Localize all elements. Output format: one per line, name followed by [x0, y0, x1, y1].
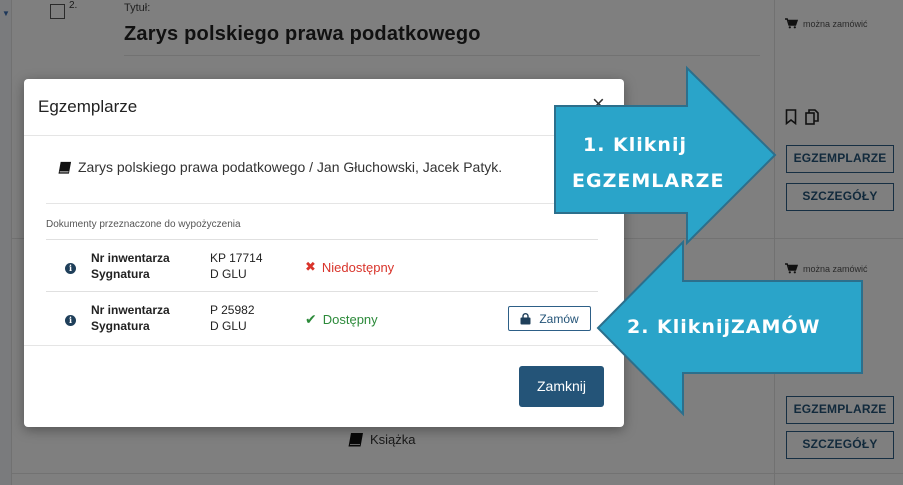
- divider: [46, 291, 598, 292]
- status-text: Niedostępny: [321, 259, 395, 275]
- signature-value: D GLU: [210, 319, 247, 333]
- status-badge: ✖ Niedostępny: [305, 259, 394, 275]
- document-text: Zarys polskiego prawa podatkowego / Jan …: [78, 159, 503, 175]
- inventory-value: P 25982: [210, 303, 255, 317]
- section-label: Dokumenty przeznaczone do wypożyczenia: [46, 219, 241, 230]
- info-icon[interactable]: i: [65, 263, 76, 274]
- table-row: i Nr inwentarza Sygnatura KP 17714 D GLU…: [46, 241, 598, 291]
- callout-step1-line2: EGZEMLARZE: [572, 170, 725, 192]
- status-badge: ✔ Dostępny: [305, 311, 378, 328]
- order-button[interactable]: Zamów: [508, 306, 591, 331]
- divider: [24, 345, 624, 346]
- close-icon[interactable]: ×: [592, 93, 605, 115]
- document-description: Zarys polskiego prawa podatkowego / Jan …: [58, 159, 502, 175]
- order-button-label: Zamów: [539, 311, 579, 326]
- callout-step2: 2. KliknijZAMÓW: [627, 316, 821, 338]
- inventory-label: Nr inwentarza: [91, 303, 170, 317]
- info-icon[interactable]: i: [65, 315, 76, 326]
- divider: [46, 203, 598, 204]
- status-text: Dostępny: [322, 312, 378, 327]
- book-icon: [58, 161, 72, 174]
- inventory-value: KP 17714: [210, 251, 263, 265]
- signature-label: Sygnatura: [91, 319, 150, 333]
- inventory-label: Nr inwentarza: [91, 251, 170, 265]
- dialog-title: Egzemplarze: [38, 97, 138, 116]
- cross-icon: ✖: [305, 259, 316, 274]
- shopping-bag-icon: [520, 312, 531, 324]
- dialog-header: Egzemplarze ×: [24, 79, 624, 136]
- checkmark-icon: ✔: [305, 311, 317, 327]
- close-button[interactable]: Zamknij: [519, 366, 604, 407]
- callout-step1-line1: 1. Kliknij: [583, 134, 687, 156]
- signature-value: D GLU: [210, 267, 247, 281]
- signature-label: Sygnatura: [91, 267, 150, 281]
- copies-dialog: Egzemplarze × Zarys polskiego prawa poda…: [24, 79, 624, 427]
- table-row: i Nr inwentarza Sygnatura P 25982 D GLU …: [46, 293, 598, 343]
- divider: [46, 239, 598, 240]
